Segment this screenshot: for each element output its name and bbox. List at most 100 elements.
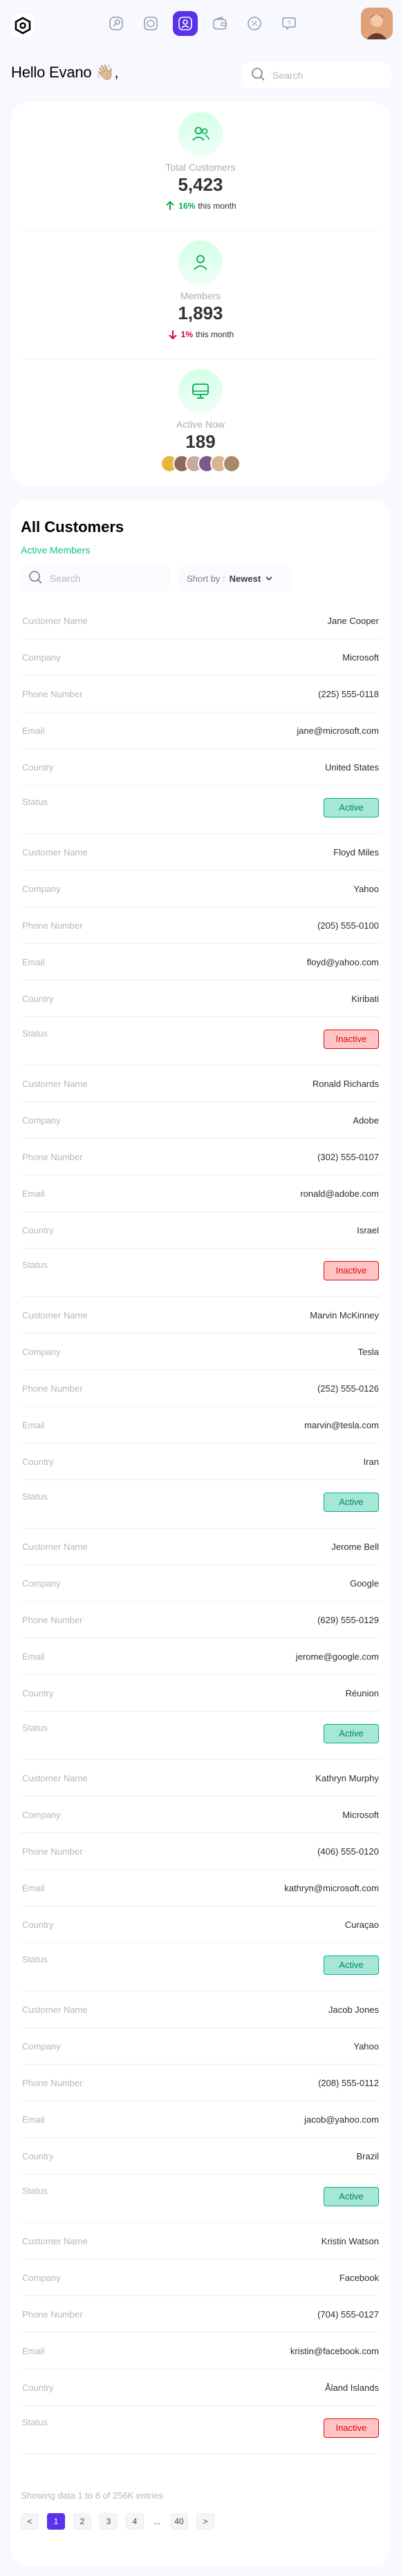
stat-value: 1,893 <box>178 303 223 323</box>
table-row: Status Inactive <box>21 1017 380 1066</box>
table-row: Company Yahoo <box>21 2028 380 2065</box>
customer-phone: (629) 555-0129 <box>317 1614 379 1625</box>
customer-records: Customer Name Jane Cooper Company Microsoft… <box>21 603 380 2454</box>
sort-dropdown[interactable]: Short by : Newest <box>178 565 292 591</box>
field-label: Email <box>22 1651 45 1662</box>
field-label: Status <box>22 1723 48 1733</box>
greeting: Hello Evano 👋🏼, <box>11 64 119 82</box>
customer-search-input[interactable] <box>50 573 153 584</box>
next-page-button[interactable]: > <box>196 2513 214 2530</box>
customer-company: Microsoft <box>342 652 379 663</box>
page-button[interactable]: 2 <box>73 2513 91 2530</box>
field-label: Status <box>22 2186 48 2196</box>
panel-subtitle[interactable]: Active Members <box>21 544 90 556</box>
status-badge: Inactive <box>324 1261 379 1280</box>
cube-icon[interactable] <box>138 11 163 36</box>
field-label: Customer Name <box>22 2235 88 2246</box>
customer-name: Jerome Bell <box>331 1541 379 1552</box>
stat-trend: 1% this month <box>11 329 390 340</box>
sort-label: Short by : <box>187 573 225 584</box>
search-icon <box>28 569 43 588</box>
table-row: Phone Number (252) 555-0126 <box>21 1370 380 1407</box>
field-label: Customer Name <box>22 846 88 858</box>
table-row: Country Kiribati <box>21 981 380 1017</box>
field-label: Status <box>22 1954 48 1964</box>
greeting-text: Hello Evano 👋🏼, <box>11 64 119 81</box>
page-button[interactable]: 1 <box>47 2513 65 2530</box>
page-button[interactable]: 3 <box>100 2513 118 2530</box>
chevron-down-icon <box>265 576 272 581</box>
profile-2user-icon <box>178 112 223 156</box>
customer-company: Facebook <box>339 2272 379 2283</box>
stat-members: Members 1,893 1% this month <box>11 231 390 359</box>
customer-country: Réunion <box>345 1687 379 1698</box>
page-button[interactable]: 4 <box>126 2513 144 2530</box>
customer-email: jerome@google.com <box>295 1651 379 1662</box>
table-row: Country Curaçao <box>21 1906 380 1943</box>
table-row: Customer Name Floyd Miles <box>21 834 380 871</box>
logo-icon[interactable] <box>11 14 35 37</box>
customer-email: kristin@facebook.com <box>290 2345 379 2356</box>
field-label: Country <box>22 993 54 1004</box>
top-bar: ? <box>0 0 401 48</box>
field-label: Phone Number <box>22 1614 83 1625</box>
customer-search-box[interactable] <box>21 565 170 591</box>
table-row: Status Active <box>21 1480 380 1528</box>
customer-name: Kathryn Murphy <box>315 1772 379 1783</box>
wallet-icon[interactable] <box>207 11 232 36</box>
customer-company: Adobe <box>353 1115 379 1126</box>
customer-phone: (225) 555-0118 <box>318 688 379 699</box>
field-label: Country <box>22 1919 54 1930</box>
customer-name: Jacob Jones <box>328 2004 379 2015</box>
table-row: Country Israel <box>21 1212 380 1249</box>
customer-country: Brazil <box>356 2150 379 2161</box>
customer-phone: (302) 555-0107 <box>317 1151 379 1162</box>
field-label: Status <box>22 1491 48 1502</box>
stat-label: Members <box>180 290 221 301</box>
field-label: Country <box>22 2150 54 2161</box>
customer-country: Kiribati <box>351 993 379 1004</box>
table-row: Email marvin@tesla.com <box>21 1407 380 1443</box>
table-row: Company Tesla <box>21 1334 380 1370</box>
customers-panel: All Customers Active Members Short by : … <box>11 500 390 2566</box>
sort-value: Newest <box>229 573 261 584</box>
field-label: Status <box>22 1028 48 1039</box>
table-row: Email jerome@google.com <box>21 1638 380 1675</box>
status-badge: Active <box>324 1955 379 1975</box>
table-row: Company Google <box>21 1565 380 1602</box>
message-question-icon[interactable]: ? <box>277 11 301 36</box>
field-label: Customer Name <box>22 615 88 626</box>
customer-name: Ronald Richards <box>312 1078 379 1089</box>
stat-value: 189 <box>185 431 216 452</box>
top-search-box[interactable] <box>242 62 391 88</box>
table-row: Company Microsoft <box>21 1797 380 1833</box>
field-label: Phone Number <box>22 920 83 931</box>
table-row: Email jane@microsoft.com <box>21 712 380 749</box>
arrow-down-icon <box>168 330 177 340</box>
customer-company: Tesla <box>357 1346 379 1357</box>
table-row: Email kathryn@microsoft.com <box>21 1870 380 1906</box>
avatar[interactable] <box>361 8 393 39</box>
monitor-icon <box>178 369 223 413</box>
field-label: Phone Number <box>22 1383 83 1394</box>
trend-text: this month <box>198 201 236 211</box>
user-square-icon[interactable] <box>173 11 198 36</box>
table-row: Email kristin@facebook.com <box>21 2333 380 2369</box>
table-row: Phone Number (302) 555-0107 <box>21 1139 380 1175</box>
search-input[interactable] <box>272 70 376 81</box>
page-button[interactable]: 40 <box>170 2513 188 2530</box>
table-row: Customer Name Jerome Bell <box>21 1528 380 1565</box>
customer-email: floyd@yahoo.com <box>306 956 379 967</box>
field-label: Company <box>22 883 61 894</box>
discount-icon[interactable] <box>242 11 267 36</box>
table-row: Phone Number (225) 555-0118 <box>21 676 380 712</box>
table-row: Status Active <box>21 2175 380 2223</box>
table-row: Phone Number (406) 555-0120 <box>21 1833 380 1870</box>
field-label: Status <box>22 2417 48 2427</box>
showing-text: Showing data 1 to 8 of 256K entries <box>21 2490 163 2501</box>
key-icon[interactable] <box>104 11 129 36</box>
customer-email: ronald@adobe.com <box>300 1188 379 1199</box>
table-row: Country Åland Islands <box>21 2369 380 2406</box>
prev-page-button[interactable]: < <box>21 2513 39 2530</box>
stats-card: Total Customers 5,423 16% this month Mem… <box>11 102 390 486</box>
